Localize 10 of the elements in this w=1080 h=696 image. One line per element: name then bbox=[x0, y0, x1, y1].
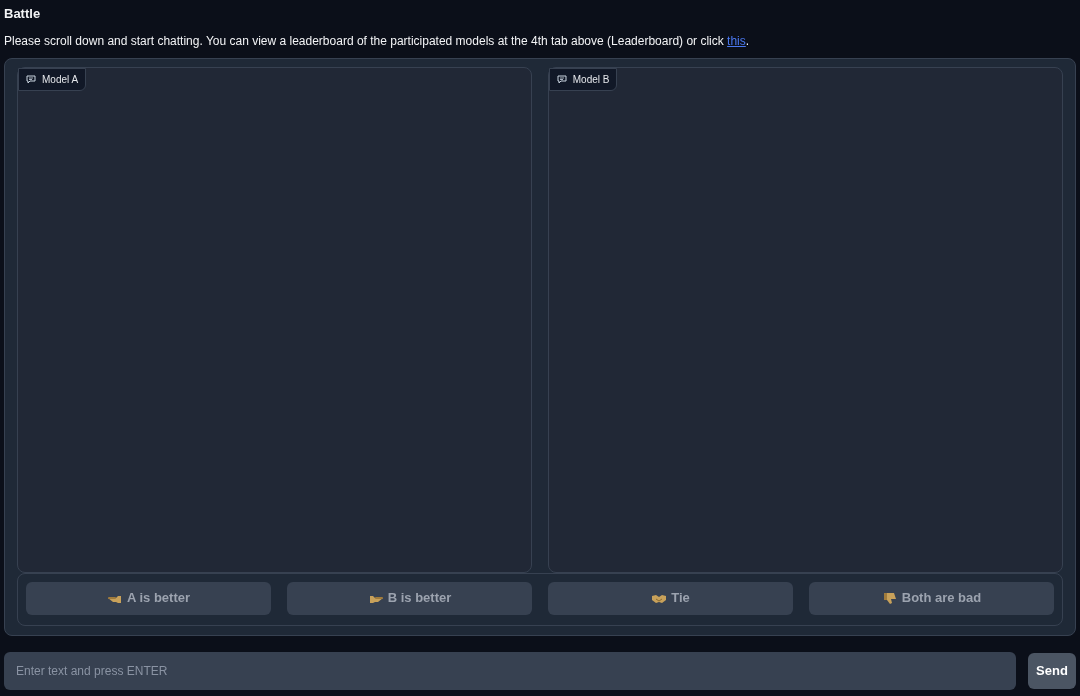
send-button[interactable]: Send bbox=[1027, 652, 1076, 689]
section-title: Battle bbox=[4, 5, 42, 23]
this-link[interactable]: this bbox=[727, 33, 746, 48]
thumbs-down-icon bbox=[881, 591, 898, 605]
chat-icon bbox=[26, 74, 36, 84]
chatbot-label: Model B bbox=[548, 67, 618, 91]
message-input[interactable]: Enter text and press ENTER bbox=[4, 651, 1016, 690]
intro-text: Please scroll down and start chatting. You can view a leaderboard of the participated models at the 4th tab above (Leaderboard) or click this. bbox=[4, 32, 751, 50]
chat-icon bbox=[556, 74, 567, 84]
chatbot-label: Model A bbox=[18, 67, 87, 91]
